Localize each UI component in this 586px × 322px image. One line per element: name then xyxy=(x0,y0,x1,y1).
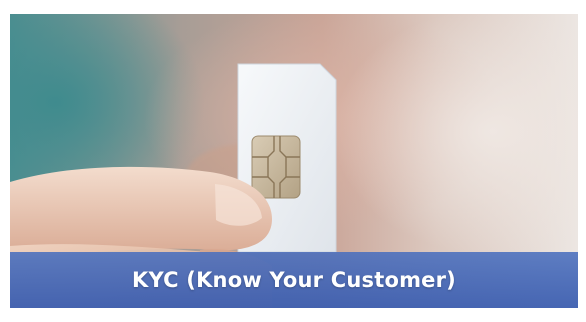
image-frame: KYC (Know Your Customer) xyxy=(0,0,586,322)
caption-band: KYC (Know Your Customer) xyxy=(10,252,578,308)
sim-chip xyxy=(251,135,301,199)
caption-title: KYC (Know Your Customer) xyxy=(132,268,456,292)
sim-card-photo: KYC (Know Your Customer) xyxy=(10,14,578,308)
